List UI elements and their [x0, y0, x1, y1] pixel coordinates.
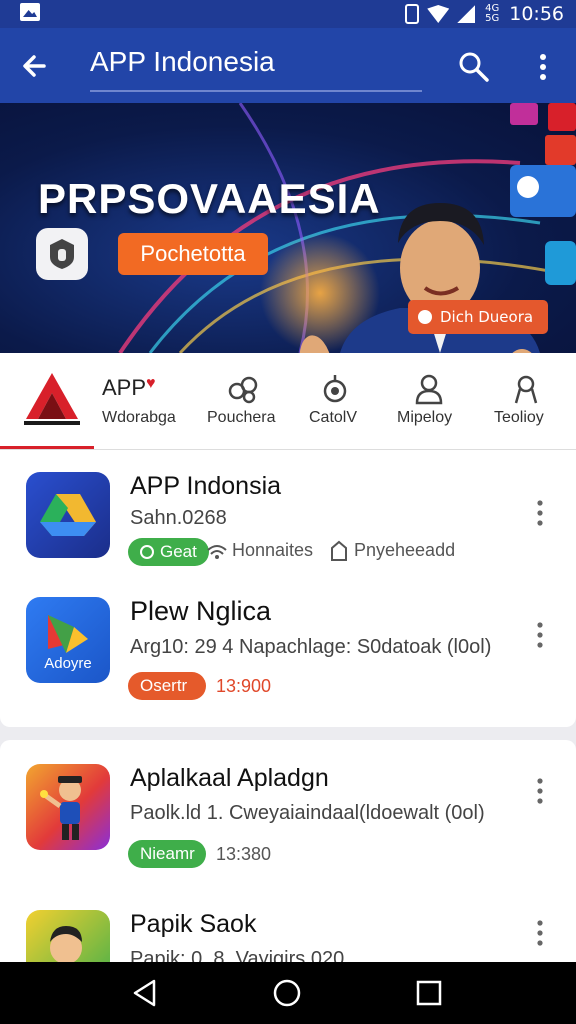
vibrate-icon	[405, 4, 420, 24]
wifi-icon	[427, 5, 450, 23]
app-logo-icon	[24, 373, 80, 425]
more-options-icon[interactable]	[530, 620, 550, 650]
heart-icon: ♥	[146, 375, 156, 392]
play-app-icon: Adoyre	[26, 597, 110, 683]
list-item[interactable]: Aplalkaal Apladgn Paolk.ld 1. Cweyaiaind…	[0, 756, 576, 886]
profile-icon	[514, 375, 538, 404]
list-item[interactable]: Papik Saok Papik: 0. 8. Vayigirs 020	[0, 892, 576, 962]
status-bar: 4G 5G 10:56	[0, 0, 576, 28]
banner-cta-button[interactable]: Pochetotta	[118, 233, 268, 275]
person-icon	[415, 374, 443, 405]
app-meta: Papik: 0. 8. Vayigirs 020	[130, 948, 345, 962]
shield-logo-icon	[36, 228, 88, 280]
nav-home-icon[interactable]	[272, 978, 302, 1008]
game-app-icon	[26, 764, 110, 850]
app-name: Aplalkaal Apladgn	[130, 764, 329, 792]
category-label: Teolioy	[494, 409, 544, 426]
drive-app-icon	[26, 472, 110, 558]
more-options-icon[interactable]	[530, 918, 550, 948]
tag-label: Honnaites	[232, 540, 314, 560]
category-label: CatolV	[309, 409, 358, 426]
category-tab-pouchera[interactable]: Pouchera	[205, 353, 285, 450]
category-tab-teolioy[interactable]: Teolioy	[492, 353, 562, 450]
back-arrow-icon[interactable]	[18, 48, 50, 84]
signal-icon	[457, 5, 476, 23]
search-icon[interactable]	[457, 50, 491, 84]
category-app-label: Wdorabga	[102, 409, 176, 426]
more-vert-icon[interactable]	[530, 50, 556, 84]
avatar-app-icon	[26, 910, 110, 962]
list-item[interactable]: Adoyre Plew Nglica Arg10: 29 4 Napachlag…	[0, 588, 576, 718]
category-tab-mipeloy[interactable]: Mipeloy	[395, 353, 465, 450]
banner-headline: PRPSOVAAESIA	[38, 175, 381, 222]
gallery-notification-icon	[20, 3, 40, 21]
app-bar: APP Indonesia	[0, 28, 576, 103]
app-name: Plew Nglica	[130, 596, 272, 626]
app-value: 13:900	[216, 676, 272, 696]
banner-badge-label: Dich Dueora	[440, 308, 534, 326]
get-button-label: Geat	[160, 542, 197, 561]
category-tab-app[interactable]: APP♥ Wdorabga	[0, 353, 190, 450]
network-type: 4G 5G	[485, 3, 500, 24]
nav-back-icon[interactable]	[130, 978, 160, 1008]
active-tab-indicator	[0, 446, 94, 449]
title-underline	[90, 90, 422, 92]
promo-banner[interactable]: PRPSOVAAESIA Pochetotta Dich Dueora	[0, 103, 576, 353]
app-value: 13:380	[216, 844, 272, 864]
more-options-icon[interactable]	[530, 498, 550, 528]
category-app-title: APP♥	[102, 375, 156, 401]
get-button[interactable]: Geat	[128, 538, 209, 566]
location-pin-icon	[418, 310, 432, 324]
app-meta: Sahn.0268	[130, 507, 227, 529]
more-options-icon[interactable]	[530, 776, 550, 806]
gamepad-icon	[228, 376, 258, 404]
radio-icon	[140, 545, 154, 559]
category-label: Pouchera	[207, 409, 276, 426]
status-icons: 4G 5G 10:56	[405, 2, 564, 26]
app-title-text: APP	[102, 375, 147, 400]
list-item[interactable]: APP Indonsia Sahn.0268 Geat Honnaites Pn…	[0, 462, 576, 592]
system-nav-bar	[0, 962, 576, 1024]
nav-recents-icon[interactable]	[414, 978, 444, 1008]
page-title: APP Indonesia	[90, 46, 275, 77]
target-icon	[323, 375, 347, 403]
app-name: Papik Saok	[130, 910, 257, 938]
wifi-tag-icon	[207, 545, 227, 559]
lock-tag-icon	[331, 540, 347, 561]
app-icon-caption: Adoyre	[44, 655, 92, 672]
category-label: Mipeloy	[397, 409, 453, 426]
app-meta: Arg10: 29 4 Napachlage: S0datoak (l0ol)	[130, 636, 492, 658]
category-tab-catolv[interactable]: CatolV	[305, 353, 365, 450]
app-list-card: APP Indonsia Sahn.0268 Geat Honnaites Pn…	[0, 450, 576, 727]
status-pill[interactable]: Osertr	[128, 672, 206, 700]
app-meta: Paolk.ld 1. Cweyaiaindaal(ldoewalt (0ol)	[130, 802, 485, 824]
clock: 10:56	[509, 3, 564, 25]
app-list-card: Aplalkaal Apladgn Paolk.ld 1. Cweyaiaind…	[0, 740, 576, 962]
category-bar: APP♥ Wdorabga Pouchera CatolV Mipeloy Te…	[0, 353, 576, 450]
status-pill[interactable]: Nieamr	[128, 840, 206, 868]
banner-badge-button[interactable]: Dich Dueora	[408, 300, 548, 334]
app-name: APP Indonsia	[130, 472, 282, 500]
tag-label: Pnyeheeadd	[354, 540, 456, 560]
